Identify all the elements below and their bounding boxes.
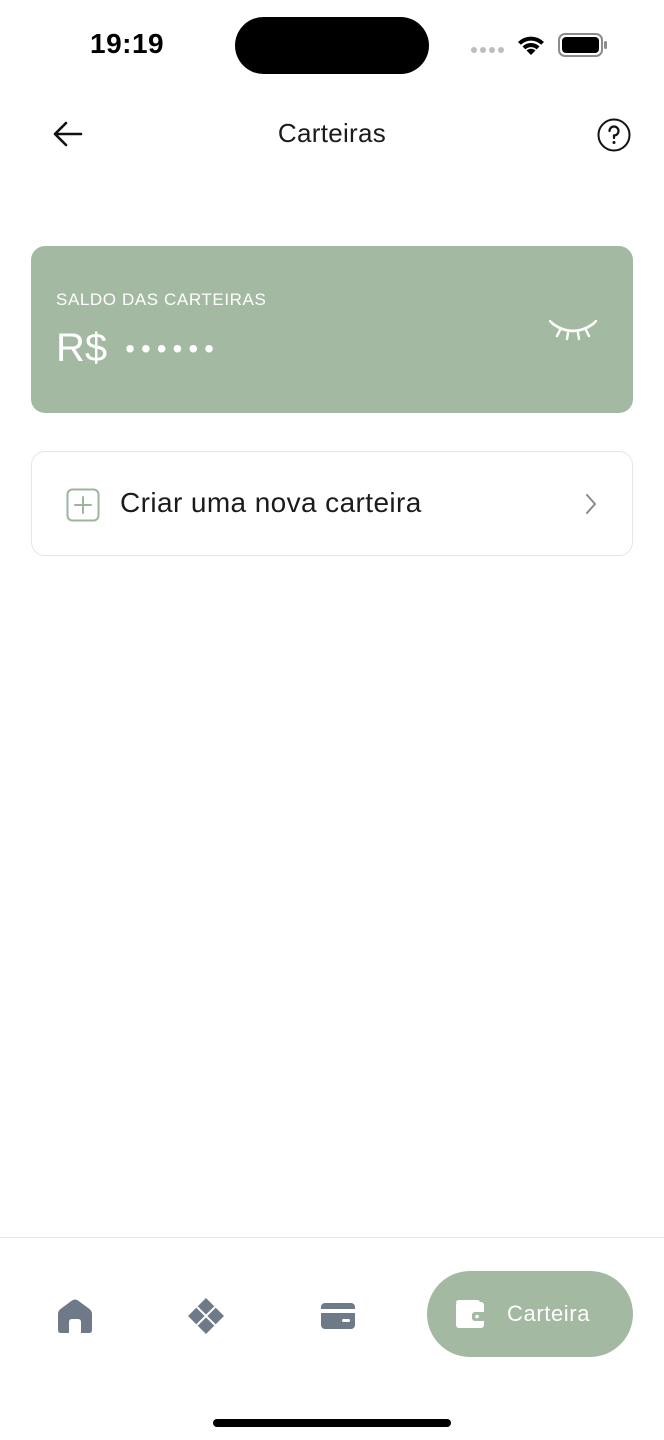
dynamic-island (235, 17, 429, 74)
create-wallet-label: Criar uma nova carteira (120, 487, 422, 518)
nav-home[interactable] (45, 1290, 105, 1342)
wifi-icon (518, 36, 544, 55)
pix-icon (188, 1298, 224, 1334)
wallet-balance-card: SALDO DAS CARTEIRAS R$ •••••• (31, 246, 633, 413)
chevron-right-icon (586, 494, 596, 514)
bottom-navigation: Carteira (0, 1237, 664, 1440)
toggle-balance-visibility-button[interactable] (548, 316, 598, 346)
home-icon (58, 1299, 92, 1333)
help-button[interactable] (596, 117, 632, 153)
nav-wallet-label: Carteira (507, 1301, 591, 1326)
masked-balance: •••••• (125, 332, 220, 364)
status-bar: 19:19 (0, 0, 664, 90)
balance-label: SALDO DAS CARTEIRAS (56, 290, 267, 309)
plus-square-icon (66, 488, 100, 522)
header: Carteiras (0, 100, 664, 170)
battery-icon (558, 33, 607, 57)
cellular-signal-icon (471, 47, 504, 53)
nav-cards[interactable] (308, 1290, 368, 1342)
currency-symbol: R$ (56, 326, 108, 370)
nav-pix[interactable] (176, 1290, 236, 1342)
wallet-icon (456, 1300, 486, 1328)
question-circle-icon (597, 118, 631, 152)
create-wallet-button[interactable]: Criar uma nova carteira (31, 451, 633, 556)
balance-amount: R$ •••••• (56, 326, 220, 371)
nav-wallet[interactable]: Carteira (427, 1271, 633, 1357)
card-icon (321, 1303, 355, 1329)
home-indicator (213, 1419, 451, 1427)
eye-closed-icon (548, 319, 598, 341)
status-time: 19:19 (90, 28, 165, 59)
page-title: Carteiras (277, 118, 387, 148)
